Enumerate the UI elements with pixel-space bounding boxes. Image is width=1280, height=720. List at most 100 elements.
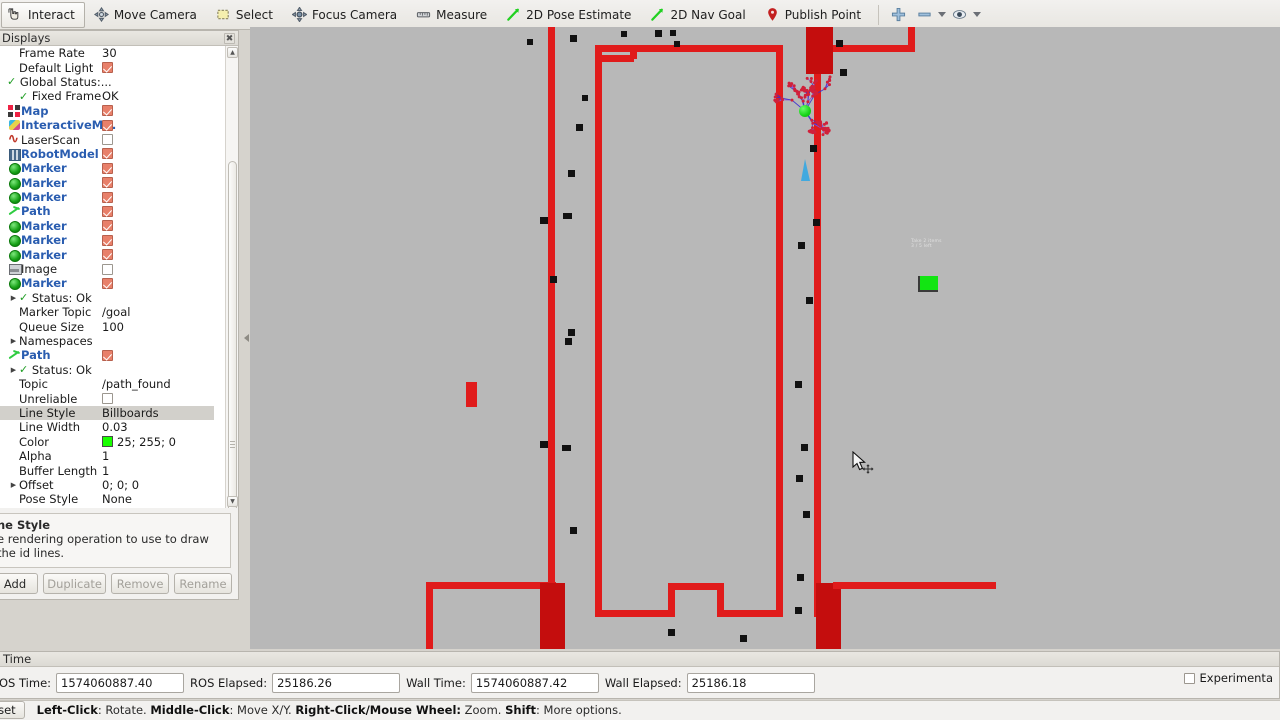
- display-row-marker[interactable]: Marker: [0, 190, 214, 205]
- tool-button-interact[interactable]: Interact: [1, 1, 85, 28]
- display-row-unreliable[interactable]: Unreliable: [0, 391, 214, 406]
- display-row-queue-size[interactable]: Queue Size 100: [0, 319, 214, 334]
- display-row-marker-topic[interactable]: Marker Topic/goal: [0, 305, 214, 319]
- display-enabled-checkbox[interactable]: [102, 148, 113, 160]
- duplicate-button[interactable]: Duplicate: [43, 573, 107, 594]
- display-enabled-checkbox[interactable]: [102, 234, 113, 246]
- display-enabled-checkbox[interactable]: [102, 119, 113, 131]
- expander-icon[interactable]: ▶: [8, 334, 19, 348]
- display-row-fixed-frame[interactable]: ✓ Fixed Frame OK: [0, 89, 214, 103]
- plus-icon[interactable]: [887, 4, 909, 26]
- time-field-input[interactable]: 25186.18: [686, 673, 815, 693]
- display-row-offset[interactable]: ▶ Offset 0; 0; 0: [0, 478, 214, 492]
- display-row-value: 0; 0; 0: [102, 477, 140, 492]
- eye-icon[interactable]: [948, 4, 970, 26]
- hint-segment: : More options.: [536, 703, 622, 717]
- display-row-frame-rate[interactable]: Frame Rate 30: [0, 46, 214, 60]
- display-row-laserscan[interactable]: LaserScan: [0, 131, 214, 147]
- expander-icon[interactable]: ▶: [8, 478, 19, 492]
- display-row-alpha[interactable]: Alpha 1: [0, 449, 214, 463]
- display-row-robotmodel[interactable]: RobotModel: [0, 147, 214, 161]
- display-row-map[interactable]: Map: [0, 104, 214, 118]
- display-enabled-checkbox[interactable]: [102, 220, 113, 232]
- display-enabled-checkbox[interactable]: [102, 105, 113, 117]
- tool-button-measure[interactable]: Measure: [409, 2, 497, 28]
- display-row-status-ok[interactable]: ▶ ✓ Status: Ok: [0, 363, 214, 377]
- display-enabled-checkbox[interactable]: [102, 191, 113, 203]
- map-wall: [814, 27, 821, 617]
- panel-splitter-handle[interactable]: [242, 330, 250, 346]
- experimental-option[interactable]: Experimenta: [1183, 671, 1273, 685]
- expander-icon[interactable]: ▶: [8, 363, 19, 377]
- display-row-marker[interactable]: Marker: [0, 247, 214, 262]
- scrollbar-thumb[interactable]: [228, 161, 237, 508]
- display-row-status-ok[interactable]: ▶ ✓ Status: Ok: [0, 291, 214, 305]
- 3d-render-viewport[interactable]: Take 2 items 3 / 5 left: [250, 27, 1280, 649]
- display-row-line-width[interactable]: Line Width 0.03: [0, 420, 214, 434]
- scroll-down-icon[interactable]: ▼: [227, 496, 238, 507]
- display-enabled-checkbox[interactable]: [102, 249, 113, 261]
- time-field-input[interactable]: 25186.26: [272, 673, 401, 693]
- display-row-color[interactable]: Color 25; 255; 0: [0, 435, 214, 449]
- experimental-checkbox[interactable]: [1183, 672, 1195, 684]
- reset-button[interactable]: eset: [0, 701, 25, 719]
- display-row-label: Namespaces: [19, 334, 93, 348]
- close-icon[interactable]: ✖: [224, 32, 235, 44]
- color-swatch[interactable]: [102, 436, 113, 448]
- remove-tool-dropdown-icon[interactable]: [938, 12, 947, 17]
- tool-button-select[interactable]: Select: [209, 2, 283, 28]
- scroll-up-icon[interactable]: ▲: [227, 47, 238, 58]
- rename-button[interactable]: Rename: [173, 573, 232, 594]
- map-wall: [548, 27, 555, 649]
- obstacle-marker: [570, 35, 577, 42]
- display-enabled-checkbox[interactable]: [102, 205, 113, 217]
- display-enabled-checkbox[interactable]: [102, 134, 113, 146]
- time-field-input[interactable]: 1574060887.42: [470, 673, 599, 693]
- display-row-marker[interactable]: Marker: [0, 276, 214, 291]
- display-row-path[interactable]: Path: [0, 204, 214, 218]
- status-bar: eset Left-Click: Rotate. Middle-Click: M…: [0, 700, 1280, 720]
- display-row-marker[interactable]: Marker: [0, 161, 214, 176]
- time-field-input[interactable]: 1574060887.40: [56, 673, 185, 693]
- expander-icon[interactable]: ▶: [8, 291, 19, 305]
- display-row-marker[interactable]: Marker: [0, 219, 214, 233]
- tool-button-2d-nav-goal[interactable]: 2D Nav Goal: [643, 2, 755, 28]
- tool-button-focus-camera[interactable]: Focus Camera: [285, 2, 407, 28]
- obstacle-marker: [674, 41, 680, 47]
- display-row-marker[interactable]: Marker: [0, 176, 214, 190]
- display-row-image[interactable]: Image: [0, 262, 214, 276]
- displays-tree-scroll-area[interactable]: Frame Rate 30 Default Light ✓ Global Status…: [0, 46, 238, 508]
- display-row-line-style[interactable]: Line Style Billboards: [0, 405, 214, 421]
- display-row-marker[interactable]: Marker: [0, 507, 214, 508]
- display-row-global-status[interactable]: ✓ Global Status:...: [0, 75, 214, 89]
- tool-button-2d-pose-estimate[interactable]: 2D Pose Estimate: [499, 2, 641, 28]
- display-enabled-checkbox[interactable]: [102, 162, 113, 174]
- display-row-buffer-length[interactable]: Buffer Length 1: [0, 463, 214, 478]
- display-row-default-light[interactable]: Default Light: [0, 60, 214, 75]
- tool-button-publish-point[interactable]: Publish Point: [758, 2, 871, 28]
- add-button[interactable]: Add: [0, 573, 38, 594]
- display-row-pose-style[interactable]: Pose Style None: [0, 492, 214, 506]
- obstacle-marker: [668, 629, 675, 636]
- display-enabled-checkbox[interactable]: [102, 349, 113, 361]
- display-enabled-checkbox[interactable]: [102, 393, 113, 405]
- display-row-topic[interactable]: Topic/path_found: [0, 377, 214, 391]
- display-row-value: /path_found: [102, 377, 171, 392]
- display-enabled-checkbox[interactable]: [102, 277, 113, 289]
- display-enabled-checkbox[interactable]: [102, 177, 113, 189]
- minus-icon[interactable]: [913, 4, 935, 26]
- display-row-label: Marker: [21, 247, 67, 262]
- display-row-interactivem[interactable]: InteractiveM...: [0, 118, 214, 132]
- tool-button-move-camera[interactable]: Move Camera: [87, 2, 207, 28]
- obstacle-marker: [565, 338, 572, 345]
- remove-button[interactable]: Remove: [111, 573, 169, 594]
- display-row-marker[interactable]: Marker: [0, 233, 214, 248]
- displays-button-row: Add Duplicate Remove Rename: [0, 571, 238, 599]
- marker-icon: [7, 277, 21, 291]
- display-row-namespaces[interactable]: ▶ Namespaces: [0, 334, 214, 348]
- displays-vertical-scrollbar[interactable]: ▲ ▼: [225, 46, 238, 508]
- visibility-dropdown-icon[interactable]: [973, 12, 982, 17]
- display-enabled-checkbox[interactable]: [102, 263, 113, 275]
- display-enabled-checkbox[interactable]: [102, 62, 113, 74]
- display-row-path[interactable]: Path: [0, 348, 214, 362]
